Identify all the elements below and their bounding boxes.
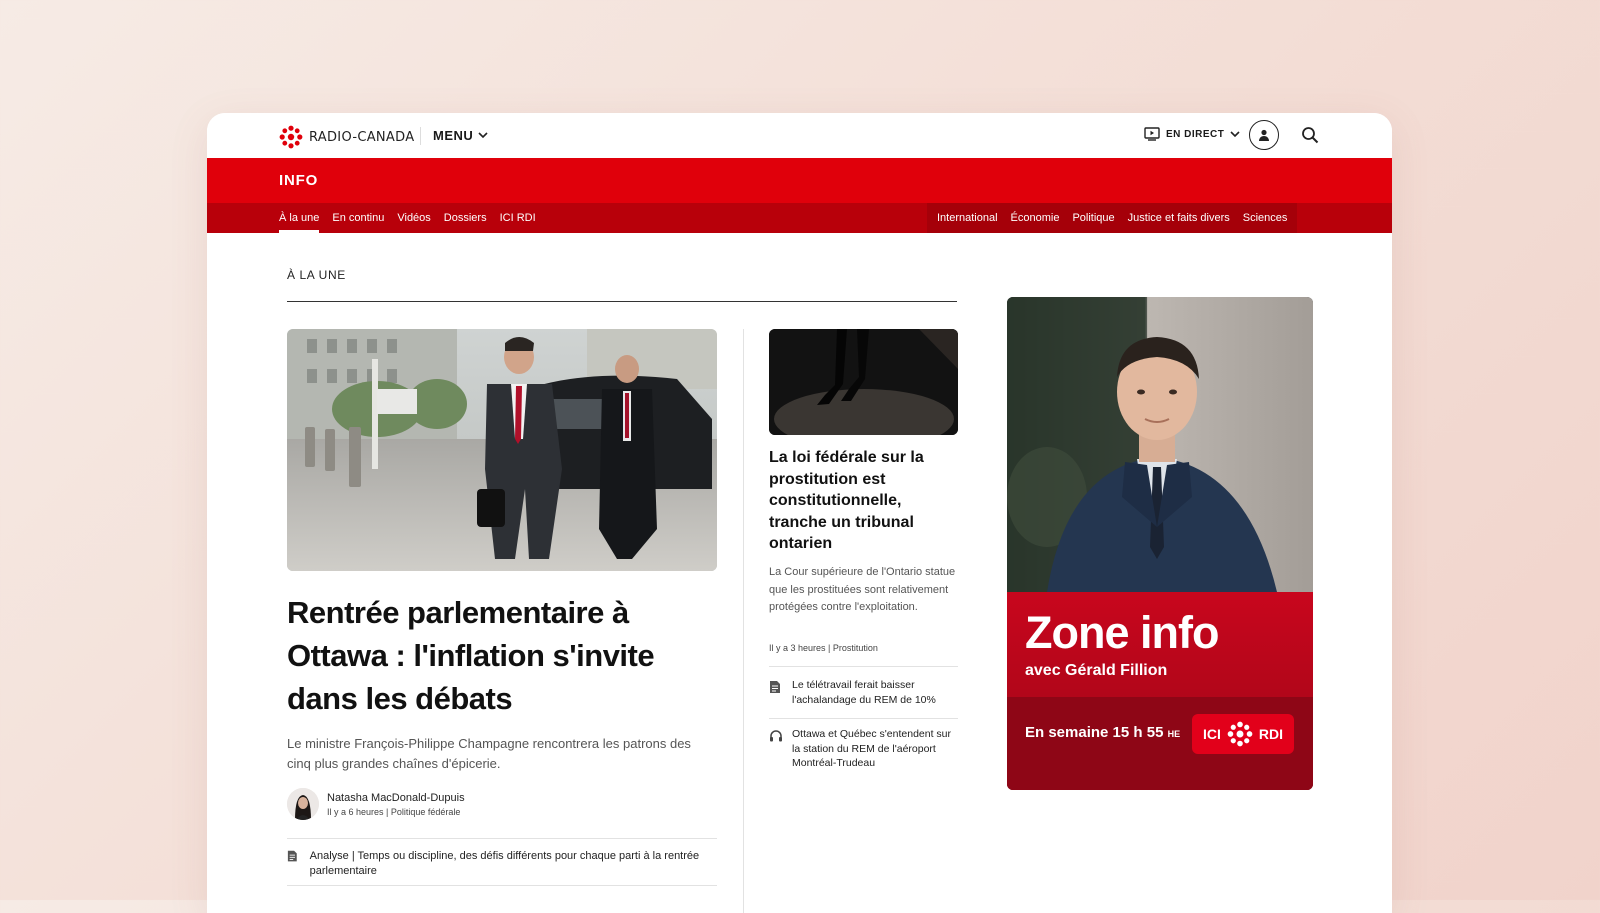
side-story-summary: La Cour supérieure de l'Ontario statue q…	[769, 566, 956, 613]
author-byline: Natasha MacDonald-Dupuis Il y a 6 heures…	[287, 788, 465, 820]
nav-videos[interactable]: Vidéos	[397, 203, 430, 233]
ici-rdi-badge: ICI RDI	[1192, 714, 1294, 754]
badge-left: ICI	[1202, 726, 1221, 742]
menu-label: MENU	[433, 128, 474, 143]
author-name[interactable]: Natasha MacDonald-Dupuis	[327, 792, 465, 804]
radio-canada-logo[interactable]: RADIO-CANADA	[279, 125, 414, 149]
browser-page: RADIO-CANADA MENU EN DIRECT INFO À la un…	[207, 113, 1392, 913]
promo-host-photo	[1007, 297, 1313, 592]
gem-logo-icon	[279, 125, 303, 149]
divider	[420, 127, 421, 145]
divider	[769, 718, 958, 719]
section-header: INFO	[207, 158, 1392, 203]
topic-nav: International Économie Politique Justice…	[927, 203, 1298, 233]
related-link[interactable]: Analyse | Temps ou discipline, des défis…	[287, 849, 717, 879]
related-link[interactable]: Ottawa et Québec s'entendent sur la stat…	[769, 727, 958, 771]
badge-right: RDI	[1258, 726, 1283, 742]
nav-international[interactable]: International	[937, 203, 998, 233]
kicker-rule	[287, 301, 957, 302]
promo-title: Zone info	[1025, 607, 1219, 658]
nav-justice[interactable]: Justice et faits divers	[1128, 203, 1230, 233]
menu-button[interactable]: MENU	[433, 128, 488, 143]
avatar	[287, 788, 319, 820]
nav-a-la-une[interactable]: À la une	[279, 203, 320, 233]
nav-sciences[interactable]: Sciences	[1243, 203, 1288, 233]
top-bar: RADIO-CANADA MENU EN DIRECT	[207, 113, 1392, 158]
divider	[287, 838, 717, 839]
nav-dossiers[interactable]: Dossiers	[444, 203, 487, 233]
user-icon	[1259, 129, 1269, 141]
search-icon	[1302, 127, 1319, 144]
main-story-summary: Le ministre François-Philippe Champagne …	[287, 736, 691, 771]
main-story-image[interactable]	[287, 329, 717, 571]
related-link-text: Le télétravail ferait baisser l'achaland…	[792, 679, 936, 706]
main-story-title[interactable]: Rentrée parlementaire à Ottawa : l'infla…	[287, 591, 717, 720]
nav-ici-rdi[interactable]: ICI RDI	[500, 203, 536, 233]
search-button[interactable]	[1301, 126, 1319, 149]
promo-schedule-text: En semaine 15 h 55	[1025, 724, 1164, 741]
side-story-title[interactable]: La loi fédérale sur la prostitution est …	[769, 447, 958, 555]
article-icon	[770, 681, 780, 693]
related-link[interactable]: Le télétravail ferait baisser l'achaland…	[769, 678, 958, 707]
related-link-text: Analyse | Temps ou discipline, des défis…	[309, 850, 700, 877]
nav-politique[interactable]: Politique	[1072, 203, 1114, 233]
user-account-button[interactable]	[1249, 120, 1279, 150]
chevron-down-icon	[1230, 130, 1240, 137]
nav-en-continu[interactable]: En continu	[332, 203, 384, 233]
promo-schedule: En semaine 15 h 55 HE	[1025, 724, 1180, 741]
divider	[769, 666, 958, 667]
divider	[287, 885, 717, 886]
promo-subtitle: avec Gérald Fillion	[1025, 662, 1168, 679]
promo-red-panel: Zone info avec Gérald Fillion En semaine…	[1007, 592, 1313, 790]
column-divider	[743, 329, 744, 913]
author-meta: Il y a 6 heures | Politique fédérale	[327, 806, 461, 817]
side-story-image[interactable]	[769, 329, 958, 435]
related-link-text: Ottawa et Québec s'entendent sur la stat…	[792, 728, 952, 769]
live-label: EN DIRECT	[1166, 128, 1225, 140]
article-icon	[287, 850, 297, 862]
headphones-icon	[770, 730, 782, 742]
nav-economie[interactable]: Économie	[1011, 203, 1060, 233]
side-story-meta: Il y a 3 heures | Prostitution	[769, 643, 878, 653]
section-kicker: À LA UNE	[287, 268, 346, 282]
section-subnav: À la une En continu Vidéos Dossiers ICI …	[207, 203, 1392, 233]
promo-banner-zone-info[interactable]: Zone info avec Gérald Fillion En semaine…	[1007, 297, 1313, 790]
live-button[interactable]: EN DIRECT	[1144, 127, 1240, 141]
logo-text: RADIO-CANADA	[309, 129, 415, 145]
section-title[interactable]: INFO	[279, 172, 318, 189]
gem-logo-icon	[1227, 721, 1253, 747]
tv-play-icon	[1144, 127, 1160, 141]
chevron-down-icon	[478, 132, 488, 139]
primary-nav: À la une En continu Vidéos Dossiers ICI …	[279, 203, 536, 233]
promo-schedule-suffix: HE	[1167, 729, 1181, 739]
